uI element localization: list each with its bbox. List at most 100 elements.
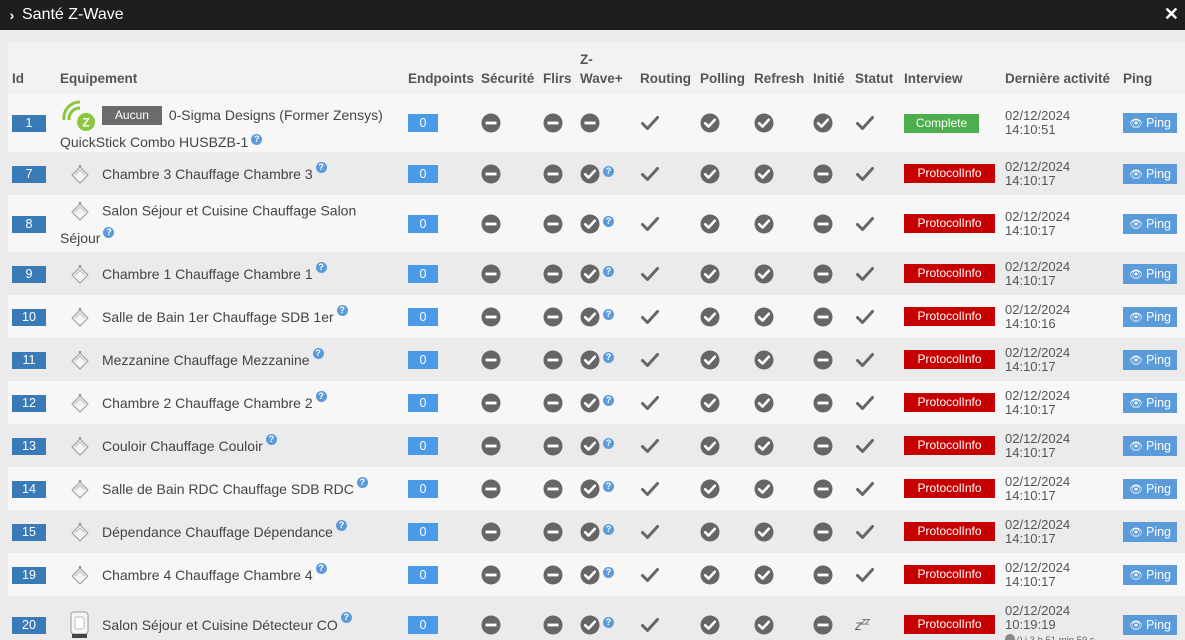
interview-status-badge: ProtocolInfo [904,164,995,183]
col-zwaveplus[interactable]: Z- Wave+ [576,42,636,94]
last-activity-time: 14:10:17 [1005,487,1056,503]
check-circle-icon [754,113,774,133]
minus-circle-icon [813,264,833,284]
check-icon [640,522,660,542]
ping-button[interactable]: 👁 Ping [1123,113,1177,133]
ping-button[interactable]: 👁 Ping [1123,392,1177,413]
help-icon[interactable]: ? [603,437,614,449]
help-icon[interactable]: ? [603,566,614,578]
help-icon[interactable]: ? [315,161,327,173]
help-icon[interactable]: ? [603,308,614,320]
check-circle-icon [700,436,720,456]
help-icon[interactable]: ? [603,265,614,277]
zwave-logo-icon: Z [60,98,98,132]
node-id: 11 [12,351,46,369]
help-icon[interactable]: ? [340,611,352,623]
help-icon[interactable]: ? [251,134,263,145]
last-activity-time: 14:10:17 [1005,444,1056,460]
last-activity-date: 02/12/2024 [1005,602,1071,618]
help-icon[interactable]: ? [315,390,327,402]
ping-button[interactable]: 👁 Ping [1123,349,1177,370]
table-row: 1 Z Aucun 0-Sigma Designs (Former Zensys… [8,94,1185,152]
ping-button[interactable]: 👁 Ping [1123,614,1177,635]
eye-icon: 👁 [1129,483,1143,496]
help-icon[interactable]: ? [315,562,327,574]
col-polling[interactable]: Polling [696,42,750,94]
check-circle-icon [580,565,600,585]
clock-icon [1005,633,1015,640]
help-icon[interactable]: ? [603,480,614,492]
ping-label: Ping [1145,166,1171,181]
check-circle-icon [580,615,600,635]
last-activity-time: 10:19:19 [1005,616,1056,632]
endpoints-count: 0 [408,522,438,541]
node-id: 13 [12,437,46,455]
check-circle-icon [580,393,600,413]
minus-circle-icon [481,393,501,413]
minus-circle-icon [813,307,833,327]
ping-button[interactable]: 👁 Ping [1123,163,1177,184]
ping-button[interactable]: 👁 Ping [1123,306,1177,327]
ping-button[interactable]: 👁 Ping [1123,478,1177,499]
last-activity-time: 14:10:16 [1005,315,1056,331]
col-ping[interactable]: Ping [1119,42,1185,94]
col-flirs[interactable]: Flirs [539,42,576,94]
minus-circle-icon [813,522,833,542]
help-icon[interactable]: ? [603,351,614,363]
help-icon[interactable]: ? [312,347,324,359]
col-id[interactable]: Id [8,42,56,94]
help-icon[interactable]: ? [603,523,614,535]
check-icon [855,164,875,184]
col-interview[interactable]: Interview [900,42,1001,94]
last-activity: 02/12/2024 14:10:16 [1005,302,1115,331]
interview-status-badge: ProtocolInfo [904,479,995,498]
help-icon[interactable]: ? [265,433,277,445]
ping-button[interactable]: 👁 Ping [1123,213,1177,234]
ping-button[interactable]: 👁 Ping [1123,435,1177,456]
last-activity-date: 02/12/2024 [1005,258,1071,274]
check-circle-icon [700,615,720,635]
col-equipement[interactable]: Equipement [56,42,404,94]
col-endpoints[interactable]: Endpoints [404,42,477,94]
col-securite[interactable]: Sécurité [477,42,539,94]
check-icon [855,264,875,284]
last-activity: 02/12/2024 14:10:17 [1005,431,1115,460]
close-icon[interactable]: ✕ [1164,4,1179,25]
ping-button[interactable]: 👁 Ping [1123,263,1177,284]
chevron-right-icon[interactable]: › [2,7,22,23]
check-circle-icon [700,164,720,184]
col-derniere-activite[interactable]: Dernière activité [1001,42,1119,94]
svg-text:Z: Z [82,116,89,130]
help-icon[interactable]: ? [315,261,327,273]
eye-icon: 👁 [1129,168,1143,181]
col-refresh[interactable]: Refresh [750,42,809,94]
table-row: 14 Salle de Bain RDC Chauffage SDB RDC? 0?… [8,467,1185,510]
ping-button[interactable]: 👁 Ping [1123,564,1177,585]
equipment-name: Salon Séjour et Cuisine Détecteur CO [102,616,338,633]
help-icon[interactable]: ? [356,476,368,488]
minus-circle-icon [543,113,563,133]
equipment-name: Chambre 4 Chauffage Chambre 4 [102,566,313,583]
last-activity: 02/12/2024 14:10:17 [1005,345,1115,374]
table-row: 9 Chambre 1 Chauffage Chambre 1? 0? Protoco… [8,252,1185,295]
equipment-name: Couloir Chauffage Couloir [102,437,263,454]
interview-status-badge: ProtocolInfo [904,615,995,634]
window-title: Santé Z-Wave [22,6,124,23]
col-initie[interactable]: Initié [809,42,851,94]
check-icon [855,113,875,133]
col-routing[interactable]: Routing [636,42,696,94]
ping-button[interactable]: 👁 Ping [1123,521,1177,542]
help-icon[interactable]: ? [103,226,115,238]
help-icon[interactable]: ? [603,165,614,177]
help-icon[interactable]: ? [603,616,614,628]
check-circle-icon [754,615,774,635]
check-icon [855,350,875,370]
col-statut[interactable]: Statut [851,42,900,94]
check-circle-icon [754,307,774,327]
help-icon[interactable]: ? [336,304,348,316]
help-icon[interactable]: ? [335,519,347,531]
minus-circle-icon [813,214,833,234]
uptime-duration: 0 j 3 h 51 min 59 s [1005,633,1115,640]
help-icon[interactable]: ? [603,215,614,227]
help-icon[interactable]: ? [603,394,614,406]
